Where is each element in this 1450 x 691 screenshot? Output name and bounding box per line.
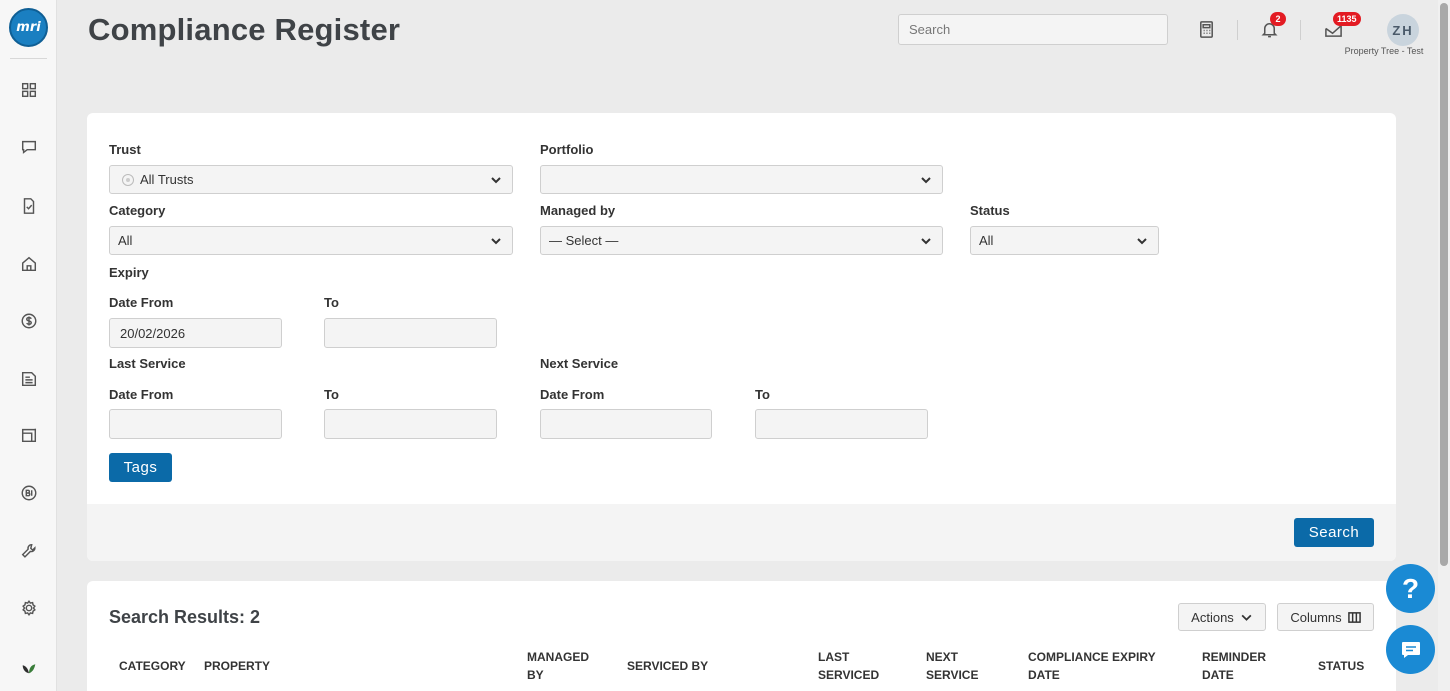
tags-button[interactable]: Tags	[109, 453, 172, 482]
page-title: Compliance Register	[88, 12, 401, 47]
bi-icon[interactable]	[18, 482, 40, 504]
last-service-label: Last Service	[109, 356, 186, 371]
results-title: Search Results: 2	[109, 607, 261, 627]
status-select[interactable]: All	[970, 226, 1159, 255]
logo-text: mri	[16, 20, 41, 35]
document-icon[interactable]	[18, 368, 40, 390]
managed-by-label: Managed by	[540, 203, 616, 218]
chevron-down-icon	[1241, 614, 1252, 621]
account-name: Property Tree - Test	[1344, 46, 1424, 56]
home-icon[interactable]	[18, 253, 40, 275]
columns-button-label: Columns	[1290, 609, 1342, 625]
search-button[interactable]: Search	[1294, 518, 1374, 547]
expiry-to-label: To	[324, 295, 339, 310]
columns-button[interactable]: Columns	[1277, 603, 1374, 631]
chevron-down-icon	[490, 174, 502, 186]
column-header-compliance-expiry-date[interactable]: Compliance Expiry Date	[1028, 648, 1168, 684]
chat-bubble-icon	[1401, 641, 1420, 658]
dollar-icon[interactable]	[18, 310, 40, 332]
status-label: Status	[970, 203, 1010, 218]
category-select[interactable]: All	[109, 226, 513, 255]
column-header-last-serviced[interactable]: Last Serviced	[818, 648, 888, 684]
column-header-category[interactable]: Category	[119, 657, 186, 675]
next-service-to-input[interactable]	[755, 409, 928, 439]
chevron-down-icon	[920, 174, 932, 186]
column-header-next-service[interactable]: Next Service	[926, 648, 986, 684]
messages-badge: 1135	[1333, 12, 1361, 26]
chevron-down-icon	[490, 235, 502, 247]
chevron-down-icon	[920, 235, 932, 247]
mri-logo[interactable]: mri	[9, 8, 48, 47]
help-icon: ?	[1401, 572, 1420, 604]
columns-icon	[1347, 611, 1361, 623]
wrench-icon[interactable]	[18, 540, 40, 562]
sidebar-divider	[10, 58, 47, 59]
results-panel: Search Results: 2 Actions Columns Catego…	[87, 581, 1396, 691]
portfolio-label: Portfolio	[540, 142, 594, 157]
category-select-value: All	[118, 233, 133, 248]
next-service-to-label: To	[755, 387, 770, 402]
status-select-value: All	[979, 233, 994, 248]
user-avatar[interactable]: ZH	[1387, 14, 1419, 46]
column-header-managed-by[interactable]: Managed by	[527, 648, 607, 684]
leaf-icon[interactable]	[18, 656, 40, 678]
column-header-serviced-by[interactable]: Serviced by	[627, 657, 708, 675]
expiry-to-input[interactable]	[324, 318, 497, 348]
trust-label: Trust	[109, 142, 141, 157]
last-service-to-label: To	[324, 387, 339, 402]
last-service-to-input[interactable]	[324, 409, 497, 439]
column-header-reminder-date[interactable]: Reminder Date	[1202, 648, 1282, 684]
inbox-icon[interactable]	[18, 424, 40, 446]
header-divider	[1300, 20, 1301, 40]
expiry-date-from-input[interactable]: 20/02/2026	[109, 318, 282, 348]
next-service-date-from-input[interactable]	[540, 409, 712, 439]
next-service-label: Next Service	[540, 356, 619, 371]
help-button[interactable]: ?	[1386, 564, 1435, 613]
category-label: Category	[109, 203, 166, 218]
next-service-date-from-label: Date From	[540, 387, 605, 402]
global-search-input[interactable]	[898, 14, 1168, 45]
scrollbar-thumb[interactable]	[1440, 3, 1448, 566]
task-icon[interactable]	[18, 195, 40, 217]
filter-footer: Search	[87, 504, 1396, 561]
chevron-down-icon	[1136, 235, 1148, 247]
notifications-badge: 2	[1270, 12, 1286, 26]
sidebar: mri	[0, 0, 57, 691]
actions-button-label: Actions	[1191, 609, 1234, 625]
dashboard-icon[interactable]	[18, 79, 40, 101]
portfolio-select[interactable]	[540, 165, 943, 194]
calculator-icon[interactable]	[1194, 17, 1218, 41]
trust-select-value: All Trusts	[140, 172, 194, 187]
trust-select[interactable]: All Trusts	[109, 165, 513, 194]
expiry-date-from-label: Date From	[109, 295, 174, 310]
managed-by-select-value: — Select —	[549, 233, 619, 248]
page-scrollbar[interactable]	[1438, 0, 1450, 691]
expiry-label: Expiry	[109, 265, 149, 280]
managed-by-select[interactable]: — Select —	[540, 226, 943, 255]
filter-panel: Trust All Trusts Portfolio Category All …	[87, 113, 1396, 561]
settings-icon[interactable]	[18, 597, 40, 619]
chat-launcher-button[interactable]	[1386, 625, 1435, 674]
actions-button[interactable]: Actions	[1178, 603, 1266, 631]
last-service-date-from-input[interactable]	[109, 409, 282, 439]
trust-option-icon	[122, 173, 134, 186]
column-header-status[interactable]: Status	[1318, 657, 1364, 675]
header-divider	[1237, 20, 1238, 40]
column-header-property[interactable]: Property	[204, 657, 270, 675]
chat-icon[interactable]	[18, 136, 40, 158]
last-service-date-from-label: Date From	[109, 387, 174, 402]
